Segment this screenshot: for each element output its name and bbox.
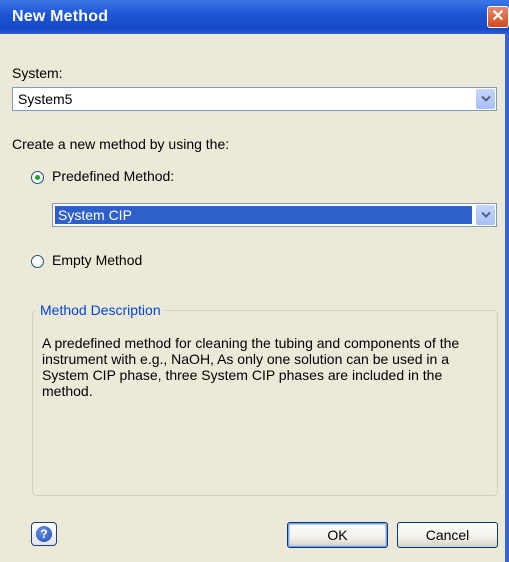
title-bar: New Method ✕ bbox=[0, 0, 509, 34]
new-method-dialog: New Method ✕ System: System5 Create a ne… bbox=[0, 0, 509, 562]
close-icon: ✕ bbox=[491, 8, 505, 25]
predefined-method-dropdown[interactable]: System CIP bbox=[52, 203, 497, 227]
predefined-method-radio[interactable] bbox=[31, 171, 44, 184]
close-button[interactable]: ✕ bbox=[487, 6, 509, 28]
method-description-title: Method Description bbox=[36, 302, 165, 318]
system-dropdown-button[interactable] bbox=[476, 89, 495, 109]
chevron-down-icon bbox=[480, 211, 491, 218]
method-description-text: A predefined method for cleaning the tub… bbox=[42, 335, 460, 399]
empty-method-label[interactable]: Empty Method bbox=[52, 252, 142, 268]
system-value: System5 bbox=[18, 91, 73, 107]
system-label: System: bbox=[12, 65, 63, 81]
system-dropdown[interactable]: System5 bbox=[12, 87, 497, 111]
create-label: Create a new method by using the: bbox=[12, 136, 230, 152]
predefined-method-value: System CIP bbox=[55, 206, 472, 224]
radio-selected-dot bbox=[35, 175, 40, 180]
dialog-title: New Method bbox=[12, 8, 109, 25]
predefined-method-label[interactable]: Predefined Method: bbox=[52, 168, 174, 184]
chevron-down-icon bbox=[480, 95, 491, 102]
help-button[interactable]: ? bbox=[31, 522, 57, 546]
help-icon: ? bbox=[36, 526, 52, 542]
empty-method-radio[interactable] bbox=[31, 255, 44, 268]
predefined-dropdown-button[interactable] bbox=[476, 205, 495, 225]
cancel-button[interactable]: Cancel bbox=[397, 522, 498, 548]
ok-button[interactable]: OK bbox=[287, 522, 388, 548]
